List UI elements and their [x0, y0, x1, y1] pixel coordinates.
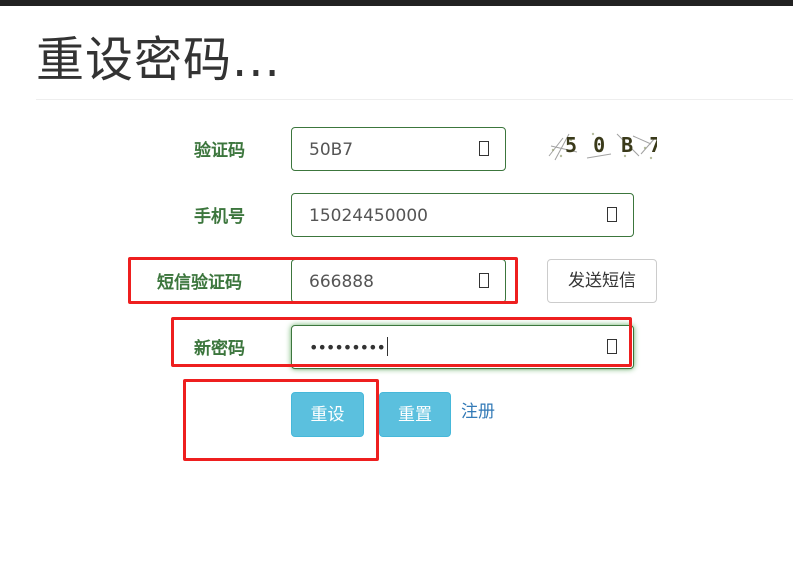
highlight-box-reset-button — [183, 379, 379, 461]
register-link[interactable]: 注册 — [461, 400, 495, 424]
top-bar — [0, 0, 793, 6]
captcha-input[interactable]: 50B7 — [291, 127, 506, 171]
phone-input-value: 15024450000 — [309, 206, 428, 226]
input-feedback-icon — [607, 207, 617, 222]
phone-input[interactable]: 15024450000 — [291, 193, 634, 237]
highlight-box-sms-code — [128, 257, 518, 304]
captcha-image[interactable]: 5 0 B 7 — [547, 126, 657, 164]
send-sms-button[interactable]: 发送短信 — [547, 259, 657, 303]
highlight-box-new-password — [171, 317, 632, 367]
captcha-label: 验证码 — [194, 141, 245, 161]
title-divider — [36, 99, 793, 100]
reset-clear-button[interactable]: 重置 — [379, 392, 451, 437]
captcha-input-value: 50B7 — [309, 140, 354, 160]
input-feedback-icon — [479, 141, 489, 156]
phone-label: 手机号 — [194, 207, 245, 227]
captcha-image-text: 5 0 B 7 — [565, 133, 657, 157]
page-title: 重设密码... — [36, 32, 281, 88]
